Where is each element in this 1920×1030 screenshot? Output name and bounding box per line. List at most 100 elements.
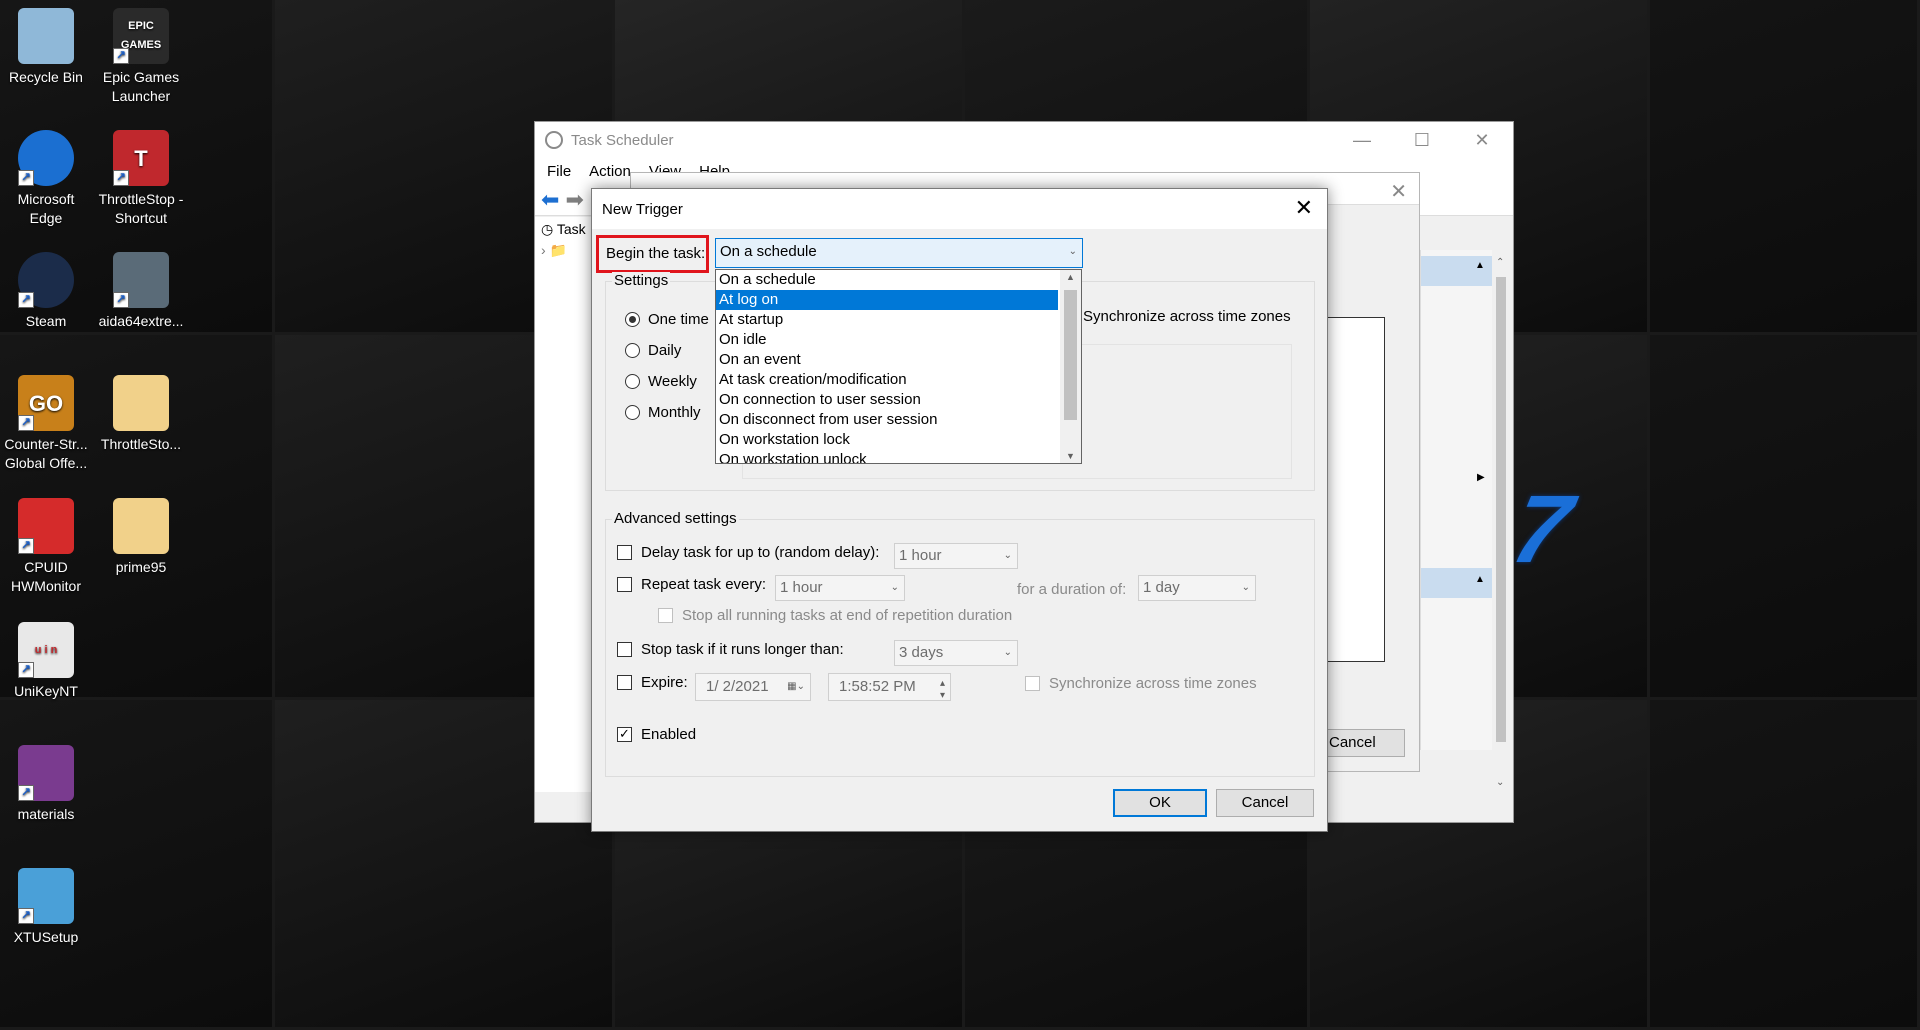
desktop-icon-label: Steam: [25, 313, 67, 329]
desktop-icon-label: Epic Games Launcher: [102, 69, 180, 104]
chevron-down-icon: ⌄: [1003, 647, 1012, 658]
delay-dropdown[interactable]: 1 hour ⌄: [894, 543, 1018, 569]
shortcut-arrow-icon: ↗: [18, 538, 34, 554]
schedule-radio-weekly[interactable]: Weekly: [625, 373, 697, 390]
scroll-down-icon[interactable]: ⌄: [1496, 777, 1504, 788]
desktop-icon[interactable]: ↗ aida64extre...: [95, 252, 187, 331]
checkbox-box[interactable]: [617, 642, 632, 657]
create-task-close-icon[interactable]: ✕: [1390, 179, 1407, 204]
begin-task-dropdown[interactable]: On a schedule ⌄: [715, 238, 1083, 268]
desktop-icon[interactable]: ↗ Steam: [0, 252, 92, 331]
dropdown-option[interactable]: On connection to user session: [716, 390, 1058, 410]
checkbox-box[interactable]: [658, 608, 673, 623]
desktop-icon-label: ThrottleSto...: [100, 436, 182, 452]
dropdown-option[interactable]: At task creation/modification: [716, 370, 1058, 390]
dropdown-option[interactable]: On idle: [716, 330, 1058, 350]
back-arrow-icon[interactable]: ⬅: [541, 187, 559, 213]
dropdown-option[interactable]: On workstation unlock: [716, 450, 1058, 463]
expire-sync-checkbox[interactable]: Synchronize across time zones: [1025, 675, 1257, 692]
desktop-icon[interactable]: ↗ Microsoft Edge: [0, 130, 92, 228]
shortcut-arrow-icon: ↗: [113, 48, 129, 64]
tree-expand-icon[interactable]: › 📁: [541, 242, 588, 259]
checkbox-box[interactable]: [617, 577, 632, 592]
desktop-icon-label: aida64extre...: [98, 313, 184, 329]
scroll-down-icon[interactable]: ▼: [1060, 451, 1081, 461]
schedule-radio-monthly[interactable]: Monthly: [625, 404, 701, 421]
desktop-icon-label: CPUID HWMonitor: [10, 559, 81, 594]
delay-task-checkbox[interactable]: Delay task for up to (random delay):: [617, 544, 879, 561]
spinner-icon[interactable]: ▴ ▾: [940, 678, 945, 702]
checkbox-box[interactable]: [617, 545, 632, 560]
collapse-up-icon-2[interactable]: ▲: [1475, 574, 1485, 585]
radio-circle[interactable]: [625, 312, 640, 327]
radio-circle[interactable]: [625, 405, 640, 420]
begin-task-dropdown-list[interactable]: On a schedule At log on At startup On idle O…: [715, 269, 1082, 464]
dropdown-option[interactable]: At log on: [716, 290, 1058, 310]
forward-arrow-icon[interactable]: ➡: [565, 187, 583, 213]
dropdown-scrollbar[interactable]: ▲ ▼: [1060, 270, 1081, 463]
repeat-interval-dropdown[interactable]: 1 hour ⌄: [775, 575, 905, 601]
checkbox-box[interactable]: [617, 675, 632, 690]
expire-time-picker[interactable]: 1:58:52 PM ▴ ▾: [828, 673, 951, 701]
stop-task-duration-dropdown[interactable]: 3 days ⌄: [894, 640, 1018, 666]
expire-sync-label: Synchronize across time zones: [1049, 675, 1257, 692]
cancel-button[interactable]: Cancel: [1216, 789, 1314, 817]
chevron-down-icon: ⌄: [1241, 582, 1250, 593]
minimize-icon[interactable]: —: [1332, 122, 1392, 158]
radio-label: Daily: [648, 342, 682, 359]
schedule-radio-one-time[interactable]: One time: [625, 311, 709, 328]
desktop-icon[interactable]: T ↗ ThrottleStop - Shortcut: [95, 130, 187, 228]
expire-checkbox[interactable]: Expire:: [617, 674, 688, 691]
dropdown-option[interactable]: At startup: [716, 310, 1058, 330]
edge-icon: ↗: [18, 130, 74, 186]
radio-circle[interactable]: [625, 374, 640, 389]
expire-date-picker[interactable]: 1/ 2/2021 ▦⌄: [695, 673, 811, 701]
enabled-checkbox[interactable]: ✓ Enabled: [617, 726, 696, 743]
create-task-cancel-button[interactable]: Cancel: [1322, 729, 1405, 757]
chevron-down-icon: ⌄: [890, 582, 899, 593]
desktop-icon-label: prime95: [115, 559, 167, 575]
scrollbar-thumb[interactable]: [1496, 277, 1506, 742]
desktop-icon[interactable]: GO ↗ Counter-Str... Global Offe...: [0, 375, 92, 473]
stop-running-tasks-checkbox[interactable]: Stop all running tasks at end of repetit…: [658, 607, 1012, 624]
desktop-icon[interactable]: Recycle Bin: [0, 8, 92, 87]
dropdown-option[interactable]: On a schedule: [716, 270, 1058, 290]
checkbox-box[interactable]: [1025, 676, 1040, 691]
shortcut-arrow-icon: ↗: [113, 170, 129, 186]
desktop-icon[interactable]: ↗ CPUID HWMonitor: [0, 498, 92, 596]
close-icon[interactable]: ✕: [1452, 122, 1512, 158]
desktop-icon[interactable]: u i n ↗ UniKeyNT: [0, 622, 92, 701]
schedule-radio-daily[interactable]: Daily: [625, 342, 681, 359]
collapse-up-icon[interactable]: ▲: [1475, 260, 1485, 271]
checkbox-box[interactable]: ✓: [617, 727, 632, 742]
menu-file[interactable]: File: [547, 163, 571, 180]
repeat-task-checkbox[interactable]: Repeat task every:: [617, 576, 766, 593]
close-icon[interactable]: ✕: [1295, 195, 1313, 221]
dropdown-option[interactable]: On disconnect from user session: [716, 410, 1058, 430]
radio-circle[interactable]: [625, 343, 640, 358]
desktop-icon[interactable]: prime95: [95, 498, 187, 577]
scroll-up-icon[interactable]: ⌃: [1496, 257, 1504, 268]
settings-label: Settings: [612, 272, 671, 289]
scrollbar-thumb[interactable]: [1064, 290, 1077, 420]
actions-pane-scrollbar[interactable]: ⌃ ⌄: [1492, 255, 1510, 795]
shortcut-arrow-icon: ↗: [18, 415, 34, 431]
stop-task-longer-checkbox[interactable]: Stop task if it runs longer than:: [617, 641, 844, 658]
dropdown-option[interactable]: On an event: [716, 350, 1058, 370]
menu-action[interactable]: Action: [589, 163, 631, 180]
shortcut-arrow-icon: ↗: [18, 785, 34, 801]
dropdown-option[interactable]: On workstation lock: [716, 430, 1058, 450]
expand-right-icon[interactable]: ▶: [1477, 472, 1485, 483]
desktop-icon[interactable]: ↗ materials: [0, 745, 92, 824]
tree-item-task[interactable]: ◷ Task: [541, 221, 588, 238]
desktop-icon[interactable]: EPIC GAMES ↗ Epic Games Launcher: [95, 8, 187, 106]
duration-dropdown[interactable]: 1 day ⌄: [1138, 575, 1256, 601]
aida64-icon: ↗: [113, 252, 169, 308]
maximize-icon[interactable]: ☐: [1392, 122, 1452, 158]
desktop-icon[interactable]: ↗ XTUSetup: [0, 868, 92, 947]
desktop-icon[interactable]: ThrottleSto...: [95, 375, 187, 454]
radio-label: One time: [648, 311, 709, 328]
ok-button[interactable]: OK: [1113, 789, 1207, 817]
expire-time-value: 1:58:52 PM: [839, 678, 916, 695]
scroll-up-icon[interactable]: ▲: [1060, 272, 1081, 282]
